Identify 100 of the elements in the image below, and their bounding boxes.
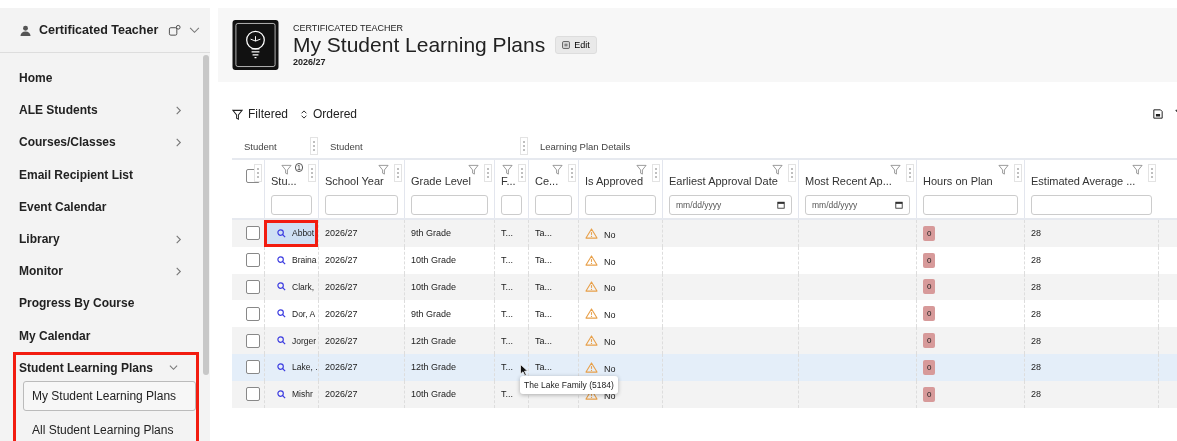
student-cell[interactable]: Braina bbox=[264, 246, 318, 274]
filter-field[interactable] bbox=[1031, 195, 1152, 215]
warning-icon bbox=[585, 254, 598, 266]
submenu-item[interactable]: All Student Learning Plans bbox=[23, 414, 196, 441]
row-checkbox[interactable] bbox=[246, 226, 260, 241]
filter-icon[interactable] bbox=[281, 164, 292, 175]
filter-icon[interactable] bbox=[552, 164, 563, 175]
table-cell-text: No bbox=[604, 282, 616, 294]
table-cell: Ta... bbox=[535, 228, 552, 239]
hours-badge: 0 bbox=[923, 279, 936, 295]
date-filter-field[interactable]: mm/dd/yyyy bbox=[805, 195, 910, 215]
menu-item[interactable]: Progress By Course bbox=[0, 287, 201, 320]
column-header[interactable]: Most Recent Ap... bbox=[805, 175, 892, 187]
row-checkbox[interactable] bbox=[246, 360, 260, 375]
ordered-button[interactable]: Ordered bbox=[300, 107, 358, 121]
filter-icon[interactable] bbox=[502, 164, 513, 175]
chevron-down-icon[interactable] bbox=[189, 26, 200, 34]
calendar-icon[interactable] bbox=[895, 201, 903, 209]
save-icon[interactable] bbox=[1153, 109, 1163, 119]
menu-item[interactable]: Library bbox=[0, 222, 201, 256]
lightbulb-book-icon bbox=[232, 19, 279, 71]
filter-field[interactable] bbox=[271, 195, 312, 215]
menu-item[interactable]: ALE Students bbox=[0, 94, 201, 127]
column-menu-handle[interactable] bbox=[652, 164, 660, 182]
menu-item[interactable]: Monitor bbox=[0, 255, 201, 288]
hours-badge: 0 bbox=[923, 359, 936, 375]
column-menu-handle[interactable] bbox=[788, 164, 796, 182]
menu-item[interactable]: Student Learning Plans bbox=[16, 354, 196, 381]
switch-user-icon[interactable] bbox=[168, 23, 181, 37]
student-cell[interactable]: Lake, . bbox=[264, 354, 318, 381]
student-cell[interactable]: Mishr bbox=[264, 380, 318, 408]
chevron-right-icon bbox=[174, 234, 183, 244]
column-menu-handle[interactable] bbox=[310, 137, 318, 155]
filter-field[interactable] bbox=[501, 195, 522, 215]
filter-field[interactable] bbox=[411, 195, 488, 215]
hours-badge: 0 bbox=[923, 306, 936, 322]
filter-icon[interactable] bbox=[468, 164, 479, 175]
column-menu-handle[interactable] bbox=[394, 164, 402, 182]
table-cell: Ta... bbox=[535, 335, 552, 346]
table-cell: 10th Grade bbox=[411, 389, 457, 400]
filter-icon[interactable] bbox=[890, 164, 901, 175]
column-header[interactable]: Estimated Average ... bbox=[1031, 175, 1136, 187]
chevron-right-icon bbox=[174, 266, 183, 276]
filter-icon[interactable] bbox=[772, 164, 783, 175]
row-checkbox[interactable] bbox=[246, 280, 260, 294]
column-header[interactable]: F... bbox=[501, 175, 516, 187]
edit-button[interactable]: Edit bbox=[555, 36, 597, 54]
column-header[interactable]: Ce... bbox=[535, 175, 559, 187]
search-icon bbox=[277, 336, 286, 346]
menu-item[interactable]: Home bbox=[0, 62, 201, 95]
row-checkbox[interactable] bbox=[246, 253, 260, 268]
menu-item[interactable]: Courses/Classes bbox=[0, 126, 201, 159]
column-header[interactable]: Grade Level bbox=[411, 175, 471, 187]
student-cell[interactable]: Clark, bbox=[264, 273, 318, 301]
menu-item[interactable]: Email Recipient List bbox=[0, 158, 201, 191]
student-cell[interactable]: Jorger bbox=[264, 327, 318, 354]
column-menu-handle[interactable] bbox=[484, 164, 492, 182]
filter-icon[interactable] bbox=[378, 164, 389, 175]
calendar-icon[interactable] bbox=[777, 201, 785, 209]
column-menu-handle[interactable] bbox=[254, 164, 262, 182]
document-icon bbox=[562, 41, 571, 49]
submenu-item[interactable]: My Student Learning Plans bbox=[23, 380, 196, 411]
filter-field[interactable] bbox=[325, 195, 398, 215]
filter-field[interactable] bbox=[923, 195, 1018, 215]
search-icon bbox=[277, 389, 286, 399]
filter-icon[interactable] bbox=[1132, 164, 1143, 175]
row-checkbox[interactable] bbox=[246, 387, 260, 402]
table-cell: Ta... bbox=[535, 308, 552, 319]
filter-field[interactable] bbox=[585, 195, 656, 215]
user-name: Certificated Teacher bbox=[39, 23, 160, 37]
table-cell: T... bbox=[501, 362, 513, 373]
scrollbar[interactable] bbox=[203, 55, 209, 375]
column-menu-handle[interactable] bbox=[520, 137, 528, 155]
row-checkbox[interactable] bbox=[246, 306, 260, 321]
filter-icon[interactable] bbox=[636, 164, 647, 175]
column-header[interactable]: Hours on Plan bbox=[923, 175, 993, 187]
user-menu[interactable]: Certificated Teacher bbox=[0, 8, 210, 53]
filter-field[interactable] bbox=[535, 195, 572, 215]
column-menu-handle[interactable] bbox=[308, 164, 316, 182]
menu-item[interactable]: My Calendar bbox=[0, 319, 201, 352]
column-header[interactable]: School Year bbox=[325, 175, 384, 187]
table-cell: 2026/27 bbox=[325, 308, 358, 319]
table-cell: 28 bbox=[1031, 255, 1041, 266]
column-header[interactable]: Is Approved bbox=[585, 175, 644, 187]
student-cell[interactable]: Abbot bbox=[264, 220, 318, 247]
column-header[interactable]: Earliest Approval Date bbox=[669, 175, 778, 187]
column-menu-handle[interactable] bbox=[1148, 164, 1156, 182]
row-checkbox[interactable] bbox=[246, 333, 260, 348]
menu-item[interactable]: Event Calendar bbox=[0, 190, 201, 223]
date-filter-field[interactable]: mm/dd/yyyy bbox=[669, 195, 792, 215]
filtered-button[interactable]: Filtered bbox=[232, 107, 288, 121]
column-menu-handle[interactable] bbox=[906, 164, 914, 182]
column-menu-handle[interactable] bbox=[1014, 164, 1022, 182]
column-header[interactable]: Stu... bbox=[271, 175, 297, 187]
table-cell: 28 bbox=[1031, 389, 1041, 400]
column-menu-handle[interactable] bbox=[518, 164, 526, 182]
warning-icon bbox=[585, 227, 598, 239]
filter-icon[interactable] bbox=[998, 164, 1009, 175]
column-menu-handle[interactable] bbox=[568, 164, 576, 182]
table-cell-text: No bbox=[604, 362, 616, 374]
